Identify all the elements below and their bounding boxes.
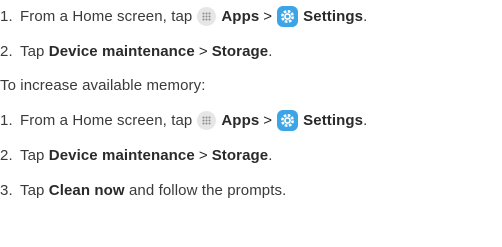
storage-label: Storage: [211, 146, 269, 164]
step-text: From a Home screen, tap Apps > Settings …: [20, 109, 368, 131]
step-number: 2.: [0, 146, 13, 164]
storage-label: Storage: [211, 42, 269, 60]
intro-text: To increase available memory:: [0, 76, 206, 94]
step-number: 2.: [0, 42, 13, 60]
clean-now-label: Clean now: [48, 181, 125, 199]
apps-grid-icon: [197, 6, 217, 26]
arrow-separator: >: [198, 146, 208, 164]
period: .: [363, 111, 368, 129]
step-number: 1.: [0, 7, 13, 25]
intro-line: To increase available memory:: [0, 73, 206, 97]
arrow-separator: >: [263, 111, 273, 129]
step-pre-text: Tap: [20, 146, 45, 164]
settings-gear-icon: [277, 5, 299, 27]
instruction-document: 1. From a Home screen, tap Apps > Settin…: [0, 0, 502, 247]
step-text: Tap Device maintenance > Storage .: [20, 43, 273, 60]
step-b-2: 2. Tap Device maintenance > Storage .: [0, 143, 273, 167]
step-pre-text: From a Home screen, tap: [20, 7, 193, 25]
step-pre-text: Tap: [20, 181, 45, 199]
period: .: [268, 146, 273, 164]
device-maintenance-label: Device maintenance: [48, 146, 195, 164]
step-b-1: 1. From a Home screen, tap Apps > Settin…: [0, 108, 367, 132]
step-number: 3.: [0, 181, 13, 199]
period: .: [268, 42, 273, 60]
device-maintenance-label: Device maintenance: [48, 42, 195, 60]
step-text: Tap Device maintenance > Storage .: [20, 147, 273, 164]
step-text: From a Home screen, tap Apps > Settings …: [20, 5, 368, 27]
settings-gear-icon: [277, 109, 299, 131]
step-number: 1.: [0, 111, 13, 129]
apps-grid-icon: [197, 110, 217, 130]
step-b-3: 3. Tap Clean now and follow the prompts.: [0, 178, 286, 202]
arrow-separator: >: [198, 42, 208, 60]
step-a-1: 1. From a Home screen, tap Apps > Settin…: [0, 4, 367, 28]
settings-label: Settings: [303, 111, 364, 129]
step-post-text: and follow the prompts.: [128, 181, 287, 199]
apps-label: Apps: [221, 111, 260, 129]
settings-label: Settings: [303, 7, 364, 25]
step-a-2: 2. Tap Device maintenance > Storage .: [0, 39, 273, 63]
step-text: Tap Clean now and follow the prompts.: [20, 182, 286, 199]
arrow-separator: >: [263, 7, 273, 25]
step-pre-text: From a Home screen, tap: [20, 111, 193, 129]
period: .: [363, 7, 368, 25]
step-pre-text: Tap: [20, 42, 45, 60]
apps-label: Apps: [221, 7, 260, 25]
